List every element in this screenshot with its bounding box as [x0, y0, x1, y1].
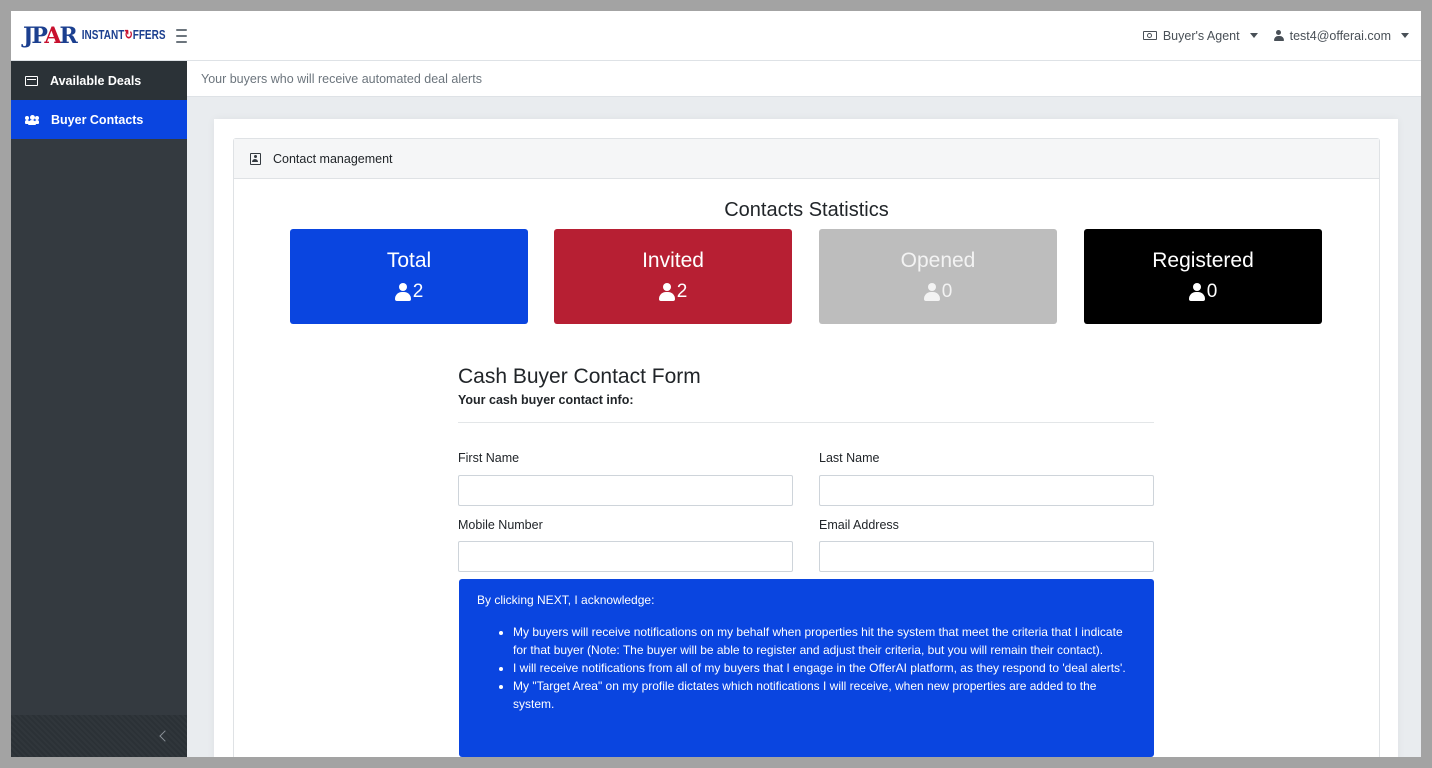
- ack-item: My "Target Area" on my profile dictates …: [513, 677, 1136, 713]
- ack-item: I will receive notifications from all of…: [513, 659, 1136, 677]
- stat-count: 0: [1206, 281, 1218, 302]
- user-icon: [658, 283, 675, 301]
- last-name-label: Last Name: [819, 451, 880, 465]
- page-subtitle: Your buyers who will receive automated d…: [187, 61, 1421, 97]
- stat-count: 2: [412, 281, 424, 302]
- stat-label: Total: [386, 249, 432, 272]
- user-dropdown[interactable]: test4@offerai.com: [1273, 28, 1409, 43]
- card-header: Contact management: [234, 139, 1379, 179]
- sidebar-item-buyer-contacts[interactable]: Buyer Contacts: [11, 100, 187, 139]
- sidebar-item-label: Buyer Contacts: [51, 112, 144, 127]
- email-address-label: Email Address: [819, 518, 899, 532]
- role-label: Buyer's Agent: [1162, 28, 1240, 43]
- role-dropdown[interactable]: Buyer's Agent: [1142, 28, 1258, 43]
- user-icon: [394, 283, 411, 301]
- users-icon: [25, 114, 39, 125]
- ack-list: My buyers will receive notifications on …: [477, 623, 1136, 713]
- brand[interactable]: JPAR INSTANT↻FFERS: [11, 11, 187, 61]
- address-book-icon: [250, 152, 261, 165]
- sidebar-item-available-deals[interactable]: Available Deals: [11, 61, 187, 100]
- navbar-right: Buyer's Agent test4@offerai.com: [1142, 28, 1421, 43]
- stat-opened: Opened 0: [819, 229, 1057, 324]
- caret-down-icon: [1401, 33, 1409, 38]
- menu-toggle-icon[interactable]: [175, 28, 187, 43]
- form-title: Cash Buyer Contact Form: [458, 365, 701, 388]
- sidebar-footer: [11, 715, 187, 757]
- top-navbar: JPAR INSTANT↻FFERS Buyer's Agent test4@o…: [11, 11, 1421, 61]
- mobile-number-label: Mobile Number: [458, 518, 543, 532]
- stat-label: Invited: [642, 249, 704, 272]
- logo-icon[interactable]: JPAR: [23, 23, 78, 49]
- stat-total: Total 2: [290, 229, 528, 324]
- money-icon: [1142, 31, 1157, 40]
- user-icon: [1188, 283, 1205, 301]
- stat-label: Registered: [1152, 249, 1254, 272]
- main-content: Your buyers who will receive automated d…: [187, 61, 1421, 757]
- stat-label: Opened: [900, 249, 976, 272]
- card-header-title: Contact management: [273, 151, 393, 166]
- form-subtitle: Your cash buyer contact info:: [458, 393, 634, 407]
- app-window: JPAR INSTANT↻FFERS Buyer's Agent test4@o…: [11, 11, 1421, 757]
- user-email: test4@offerai.com: [1289, 28, 1391, 43]
- ack-intro: By clicking NEXT, I acknowledge:: [477, 593, 655, 607]
- stat-registered: Registered 0: [1084, 229, 1322, 324]
- caret-down-icon: [1249, 33, 1258, 38]
- mobile-number-input[interactable]: [458, 541, 793, 572]
- first-name-input[interactable]: [458, 475, 793, 506]
- acknowledgement-box: By clicking NEXT, I acknowledge: My buye…: [459, 579, 1154, 757]
- email-address-input[interactable]: [819, 541, 1154, 572]
- user-icon: [923, 283, 940, 301]
- form-divider: [458, 422, 1154, 423]
- stat-count: 0: [941, 281, 953, 302]
- sidebar: Available Deals Buyer Contacts: [11, 61, 187, 757]
- ack-item: My buyers will receive notifications on …: [513, 623, 1136, 659]
- deals-icon: [25, 75, 38, 86]
- logo-instant-offers: INSTANT↻FFERS: [81, 28, 166, 43]
- user-icon: [1273, 30, 1284, 41]
- last-name-input[interactable]: [819, 475, 1154, 506]
- contact-management-card: Contact management Contacts Statistics T…: [233, 138, 1380, 757]
- stats-title: Contacts Statistics: [724, 199, 889, 221]
- first-name-label: First Name: [458, 451, 520, 465]
- stat-invited: Invited 2: [554, 229, 792, 324]
- content-wrapper: Contact management Contacts Statistics T…: [214, 119, 1398, 757]
- stat-count: 2: [676, 281, 688, 302]
- sidebar-item-label: Available Deals: [50, 73, 142, 88]
- collapse-sidebar-icon[interactable]: [159, 730, 171, 742]
